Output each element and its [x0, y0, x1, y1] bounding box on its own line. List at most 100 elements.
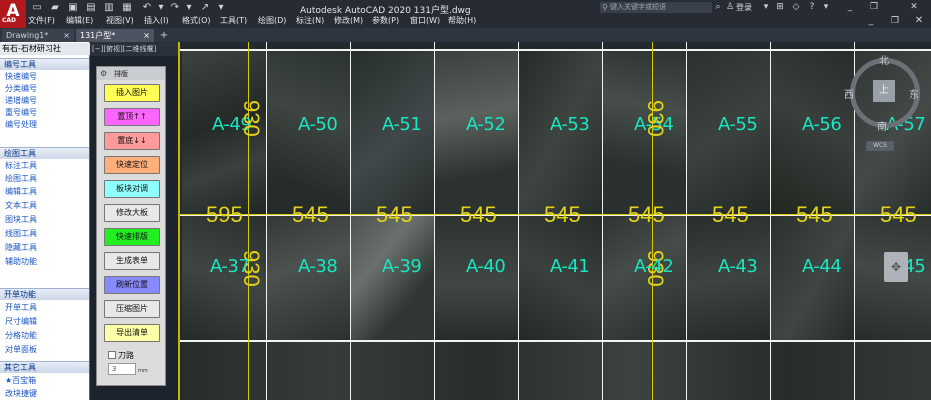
menu-dimension[interactable]: 标注(N) [296, 15, 334, 27]
sidebar-item-aux-functions[interactable]: 辅助功能 [0, 256, 89, 268]
sidebar-item-quick-number[interactable]: 快速编号 [0, 71, 89, 83]
slab-label[interactable]: A-53 [550, 114, 590, 135]
menu-file[interactable]: 文件(F) [28, 15, 66, 27]
undo-icon[interactable]: ↶ [140, 2, 154, 13]
slab-label[interactable]: A-43 [718, 256, 758, 277]
doc-restore-icon[interactable]: ❐ [888, 15, 902, 27]
tab-close-icon[interactable]: × [63, 29, 70, 42]
sidebar-section-numbering[interactable]: 编号工具 [0, 58, 89, 70]
compass-west[interactable]: 西 [844, 86, 854, 101]
wcs-menu[interactable]: WCS [866, 141, 894, 151]
undo-dropdown-icon[interactable]: ▾ [154, 2, 168, 13]
menu-format[interactable]: 格式(O) [182, 15, 220, 27]
sidebar-item-number-process[interactable]: 编号处理 [0, 119, 89, 131]
store-icon[interactable]: ⊞ [774, 1, 786, 13]
menu-window[interactable]: 窗口(W) [410, 15, 448, 27]
sidebar-item-split-function[interactable]: 分格功能 [0, 330, 89, 342]
bring-to-top-button[interactable]: 置顶↑↑ [104, 108, 160, 126]
slab-label[interactable]: A-51 [382, 114, 422, 135]
print-icon[interactable]: ▦ [120, 2, 134, 13]
compass-south[interactable]: 南 [877, 118, 887, 133]
insert-image-button[interactable]: 插入图片 [104, 84, 160, 102]
sidebar-item-hide-tools[interactable]: 隐藏工具 [0, 242, 89, 254]
doc-minimize-icon[interactable]: _ [864, 15, 878, 27]
sidebar-item-line-tools[interactable]: 线图工具 [0, 228, 89, 240]
help-icon[interactable]: ? [806, 1, 818, 13]
menu-parametric[interactable]: 参数(P) [372, 15, 410, 27]
doc-close-icon[interactable]: ✕ [912, 15, 926, 27]
share-icon[interactable]: ↗ [198, 2, 212, 13]
sidebar-item-duplicate-number[interactable]: 重号编号 [0, 107, 89, 119]
search-go-icon[interactable]: ⌕ [712, 1, 724, 13]
search-input[interactable]: 键入关键字或短语 [600, 2, 712, 13]
sidebar-item-draw-tools[interactable]: 绘图工具 [0, 173, 89, 185]
redo-icon[interactable]: ↷ [168, 2, 182, 13]
slab-label[interactable]: A-42 [634, 256, 674, 277]
sidebar-item-increment-number[interactable]: 递增编号 [0, 95, 89, 107]
save-icon[interactable]: ▣ [66, 2, 80, 13]
compass-north[interactable]: 北 [879, 52, 889, 67]
sidebar-item-check-panel[interactable]: 对单面板 [0, 344, 89, 356]
menu-modify[interactable]: 修改(M) [334, 15, 372, 27]
generate-form-button[interactable]: 生成表单 [104, 252, 160, 270]
sidebar-section-other[interactable]: 其它工具 [0, 361, 89, 373]
sidebar-section-order[interactable]: 开单功能 [0, 288, 89, 300]
send-to-bottom-button[interactable]: 置底↓↓ [104, 132, 160, 150]
login-dropdown-icon[interactable]: ▾ [760, 1, 772, 13]
swap-slabs-button[interactable]: 板块对调 [104, 180, 160, 198]
app-close-icon[interactable]: ✕ [908, 1, 920, 13]
customize-icon[interactable]: ▾ [214, 2, 228, 13]
app-restore-icon[interactable]: ❐ [868, 1, 880, 13]
login-button[interactable]: 登录 [736, 2, 752, 13]
redo-dropdown-icon[interactable]: ▾ [182, 2, 196, 13]
sidebar-item-block-tools[interactable]: 图块工具 [0, 214, 89, 226]
tab-131-floorplan[interactable]: 131户型* × [76, 29, 154, 42]
web-icon[interactable]: ▥ [102, 2, 116, 13]
slab-label[interactable]: A-56 [802, 114, 842, 135]
drawing-canvas[interactable]: A-49 A-50 A-51 A-52 A-53 A-54 A-55 A-56 … [178, 42, 931, 400]
sidebar-item-size-edit[interactable]: 尺寸编辑 [0, 316, 89, 328]
slab-label[interactable]: A-52 [466, 114, 506, 135]
sidebar-item-category-number[interactable]: 分类编号 [0, 83, 89, 95]
menu-view[interactable]: 视图(V) [106, 15, 144, 27]
save-as-icon[interactable]: ▤ [84, 2, 98, 13]
slab-label[interactable]: A-39 [382, 256, 422, 277]
sidebar-item-dimension-tools[interactable]: 标注工具 [0, 160, 89, 172]
sidebar-item-order-tools[interactable]: 开单工具 [0, 302, 89, 314]
slab-label[interactable]: A-44 [802, 256, 842, 277]
slab-label[interactable]: A-40 [466, 256, 506, 277]
sidebar-item-text-tools[interactable]: 文本工具 [0, 200, 89, 212]
slab-label[interactable]: A-41 [550, 256, 590, 277]
new-file-icon[interactable]: ▭ [30, 2, 44, 13]
slab-label[interactable]: A-38 [298, 256, 338, 277]
viewport-close-icon[interactable]: × [148, 44, 156, 54]
viewport-controls[interactable]: [−][俯视][二维线框] [92, 44, 156, 54]
open-folder-icon[interactable]: ▰ [48, 2, 62, 13]
slab-label[interactable]: A-37 [210, 256, 250, 277]
app-minimize-icon[interactable]: _ [844, 1, 856, 13]
quick-layout-button[interactable]: 快速排版 [104, 228, 160, 246]
help-dropdown-icon[interactable]: ▾ [820, 1, 832, 13]
menu-tools[interactable]: 工具(T) [220, 15, 258, 27]
new-tab-button[interactable]: + [158, 29, 170, 42]
modify-slab-button[interactable]: 修改大板 [104, 204, 160, 222]
sidebar-item-toolbox[interactable]: ★百宝箱 [0, 375, 89, 387]
compress-image-button[interactable]: 压缩图片 [104, 300, 160, 318]
connect-icon[interactable]: ◇ [790, 1, 802, 13]
menu-insert[interactable]: 插入(I) [144, 15, 182, 27]
tab-drawing1[interactable]: Drawing1* × [2, 29, 74, 42]
cut-path-checkbox[interactable] [108, 351, 116, 359]
menu-edit[interactable]: 编辑(E) [66, 15, 106, 27]
sidebar-item-shortcut-keys[interactable]: 改块捷键 [0, 388, 89, 400]
viewcube-top-face[interactable]: 上 [873, 80, 895, 102]
quick-locate-button[interactable]: 快速定位 [104, 156, 160, 174]
cut-width-input[interactable]: 3 [108, 363, 136, 375]
sidebar-item-edit-tools[interactable]: 编辑工具 [0, 186, 89, 198]
app-menu-button[interactable]: A CAD [0, 0, 26, 28]
tab-close-icon[interactable]: × [143, 29, 150, 42]
compass-east[interactable]: 东 [909, 86, 919, 101]
refresh-position-button[interactable]: 刷新位置 [104, 276, 160, 294]
slab-label[interactable]: A-50 [298, 114, 338, 135]
sidebar-section-drawing[interactable]: 绘图工具 [0, 147, 89, 159]
export-list-button[interactable]: 导出清单 [104, 324, 160, 342]
